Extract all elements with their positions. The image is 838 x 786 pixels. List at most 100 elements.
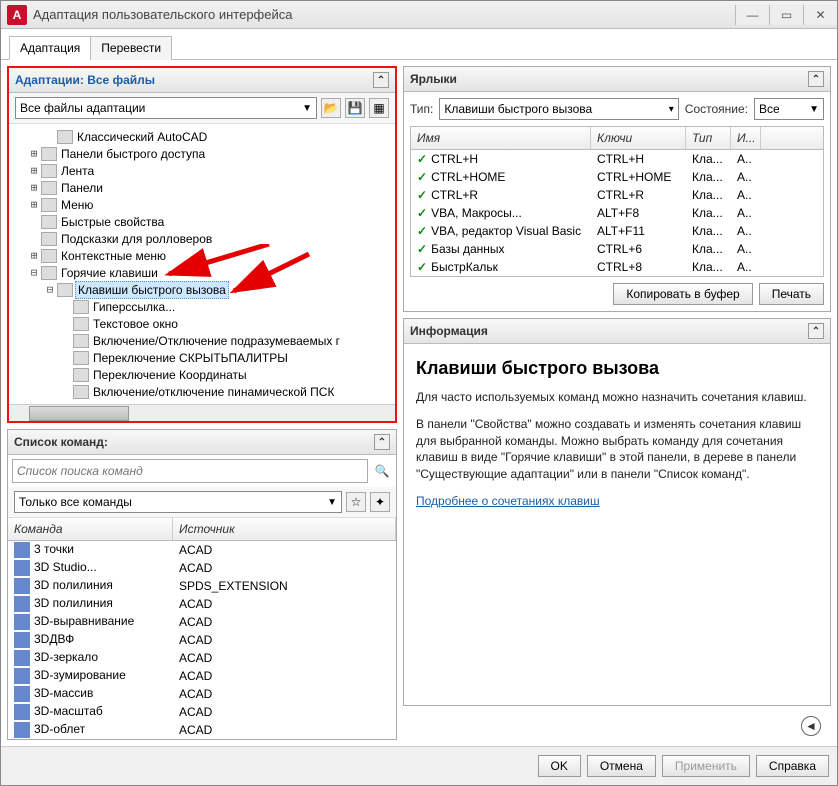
table-row[interactable]: ✓VBA, Макросы...ALT+F8Кла...A..: [411, 204, 823, 222]
table-row[interactable]: 3D-зумированиеACAD: [8, 667, 396, 685]
col-source[interactable]: Источник: [173, 518, 396, 540]
tree-item[interactable]: Включение/отключение пинамической ПСК: [11, 383, 393, 400]
expand-icon[interactable]: ⊞: [27, 164, 41, 177]
table-row[interactable]: 3D полилинияSPDS_EXTENSION: [8, 577, 396, 595]
new-icon[interactable]: ✦: [370, 492, 390, 512]
adaptation-file-dropdown[interactable]: Все файлы адаптации ▼: [15, 97, 317, 119]
apply-button[interactable]: Применить: [662, 755, 750, 777]
table-row[interactable]: ✓CTRL+HOMECTRL+HOMEКла...A..: [411, 168, 823, 186]
info-panel: Информация ⌃ Клавиши быстрого вызова Для…: [403, 318, 831, 706]
table-row[interactable]: 3DДВФACAD: [8, 631, 396, 649]
help-button[interactable]: Справка: [756, 755, 829, 777]
table-row[interactable]: 3D-выравниваниеACAD: [8, 613, 396, 631]
node-icon: [73, 334, 89, 348]
back-arrow-icon[interactable]: ◄: [801, 716, 821, 736]
tree-label: Меню: [59, 197, 95, 213]
expand-icon[interactable]: ⊞: [27, 147, 41, 160]
table-row[interactable]: ✓CTRL+HCTRL+HКла...A..: [411, 150, 823, 168]
star-icon[interactable]: ☆: [346, 492, 366, 512]
type-dropdown[interactable]: Клавиши быстрого вызова ▾: [439, 98, 678, 120]
tree-label: Клавиши быстрого вызова: [75, 281, 229, 299]
tree-label: Переключение Координаты: [91, 367, 249, 383]
expand-icon[interactable]: ⊟: [43, 283, 57, 296]
expand-icon[interactable]: ⊞: [27, 181, 41, 194]
cancel-button[interactable]: Отмена: [587, 755, 656, 777]
tree-item[interactable]: Быстрые свойства: [11, 213, 393, 230]
info-link[interactable]: Подробнее о сочетаниях клавиш: [416, 494, 600, 508]
save-icon[interactable]: 💾: [345, 98, 365, 118]
dropdown-value: Клавиши быстрого вызова: [444, 102, 592, 116]
table-row[interactable]: 3D-зеркалоACAD: [8, 649, 396, 667]
check-icon: ✓: [417, 260, 427, 274]
col-command[interactable]: Команда: [8, 518, 173, 540]
node-icon: [41, 232, 57, 246]
chevron-down-icon: ▼: [302, 103, 312, 114]
table-row[interactable]: 3D-облетACAD: [8, 721, 396, 739]
maximize-button[interactable]: ▭: [769, 5, 803, 25]
nav-back-row: ◄: [403, 712, 831, 740]
tree-item[interactable]: ⊟Горячие клавиши: [11, 264, 393, 281]
tree-item[interactable]: ⊞Лента: [11, 162, 393, 179]
table-row[interactable]: 3D полилинияACAD: [8, 595, 396, 613]
window-title: Адаптация пользовательского интерфейса: [33, 7, 735, 22]
command-table[interactable]: Команда Источник 3 точкиACAD3D Studio...…: [8, 518, 396, 739]
tree-item[interactable]: ⊞ Панели быстрого доступа: [11, 145, 393, 162]
tab-adaptation[interactable]: Адаптация: [9, 36, 91, 60]
expand-icon[interactable]: ⊟: [27, 266, 41, 279]
dropdown-value: Все: [759, 102, 780, 116]
tree-item[interactable]: ⊟ Клавиши быстрого вызова: [11, 281, 393, 298]
open-icon[interactable]: 📂: [321, 98, 341, 118]
command-icon: [14, 578, 30, 594]
col-keys[interactable]: Ключи: [591, 127, 686, 149]
tree-item[interactable]: Классический AutoCAD: [11, 128, 393, 145]
collapse-icon[interactable]: ⌃: [373, 72, 389, 88]
col-type[interactable]: Тип: [686, 127, 731, 149]
collapse-icon[interactable]: ⌃: [808, 323, 824, 339]
check-icon: ✓: [417, 170, 427, 184]
tree-item[interactable]: ⊞ Меню: [11, 196, 393, 213]
state-dropdown[interactable]: Все ▼: [754, 98, 824, 120]
close-button[interactable]: ✕: [803, 5, 837, 25]
col-i[interactable]: И...: [731, 127, 761, 149]
collapse-icon[interactable]: ⌃: [374, 434, 390, 450]
command-search-input[interactable]: [12, 459, 368, 483]
ok-button[interactable]: OK: [538, 755, 581, 777]
search-icon[interactable]: 🔍: [372, 461, 392, 481]
tree-item[interactable]: Гиперссылка...: [11, 298, 393, 315]
tree-label: Панели быстрого доступа: [59, 146, 207, 162]
tree-item[interactable]: Текстовое окно: [11, 315, 393, 332]
tree-item[interactable]: ⊞Контекстные меню: [11, 247, 393, 264]
state-label: Состояние:: [685, 102, 748, 116]
adaptations-tree[interactable]: Классический AutoCAD ⊞ Панели быстрого дос…: [9, 124, 395, 404]
table-row[interactable]: ✓VBA, редактор Visual BasicALT+F11Кла...…: [411, 222, 823, 240]
table-row[interactable]: 3D-масштабACAD: [8, 703, 396, 721]
command-filter-dropdown[interactable]: Только все команды ▼: [14, 491, 342, 513]
copy-to-clipboard-button[interactable]: Копировать в буфер: [613, 283, 752, 305]
layout-icon[interactable]: ▦: [369, 98, 389, 118]
command-icon: [14, 614, 30, 630]
table-row[interactable]: 3D-массивACAD: [8, 685, 396, 703]
expand-icon[interactable]: ⊞: [27, 249, 41, 262]
expand-icon[interactable]: ⊞: [27, 198, 41, 211]
table-row[interactable]: 3 точкиACAD: [8, 541, 396, 559]
command-icon: [14, 632, 30, 648]
tree-item[interactable]: Переключение Координаты: [11, 366, 393, 383]
tree-item[interactable]: ⊞Панели: [11, 179, 393, 196]
tree-item[interactable]: Переключение СКРЫТЬПАЛИТРЫ: [11, 349, 393, 366]
col-name[interactable]: Имя: [411, 127, 591, 149]
tree-label: Включение/отключение пинамической ПСК: [91, 384, 336, 400]
command-list-panel: Список команд: ⌃ 🔍 Только все команды ▼ …: [7, 429, 397, 740]
minimize-button[interactable]: —: [735, 5, 769, 25]
info-text: В панели "Свойства" можно создавать и из…: [416, 416, 818, 483]
print-button[interactable]: Печать: [759, 283, 824, 305]
tab-translate[interactable]: Перевести: [90, 36, 172, 60]
table-row[interactable]: ✓Базы данныхCTRL+6Кла...A..: [411, 240, 823, 258]
node-icon: [73, 351, 89, 365]
tree-item[interactable]: Включение/Отключение подразумеваемых г: [11, 332, 393, 349]
tree-scrollbar[interactable]: [9, 404, 395, 421]
table-row[interactable]: 3D Studio...ACAD: [8, 559, 396, 577]
collapse-icon[interactable]: ⌃: [808, 71, 824, 87]
table-row[interactable]: ✓CTRL+RCTRL+RКла...A..: [411, 186, 823, 204]
tree-item[interactable]: Подсказки для ролловеров: [11, 230, 393, 247]
table-row[interactable]: ✓БыстрКалькCTRL+8Кла...A..: [411, 258, 823, 276]
